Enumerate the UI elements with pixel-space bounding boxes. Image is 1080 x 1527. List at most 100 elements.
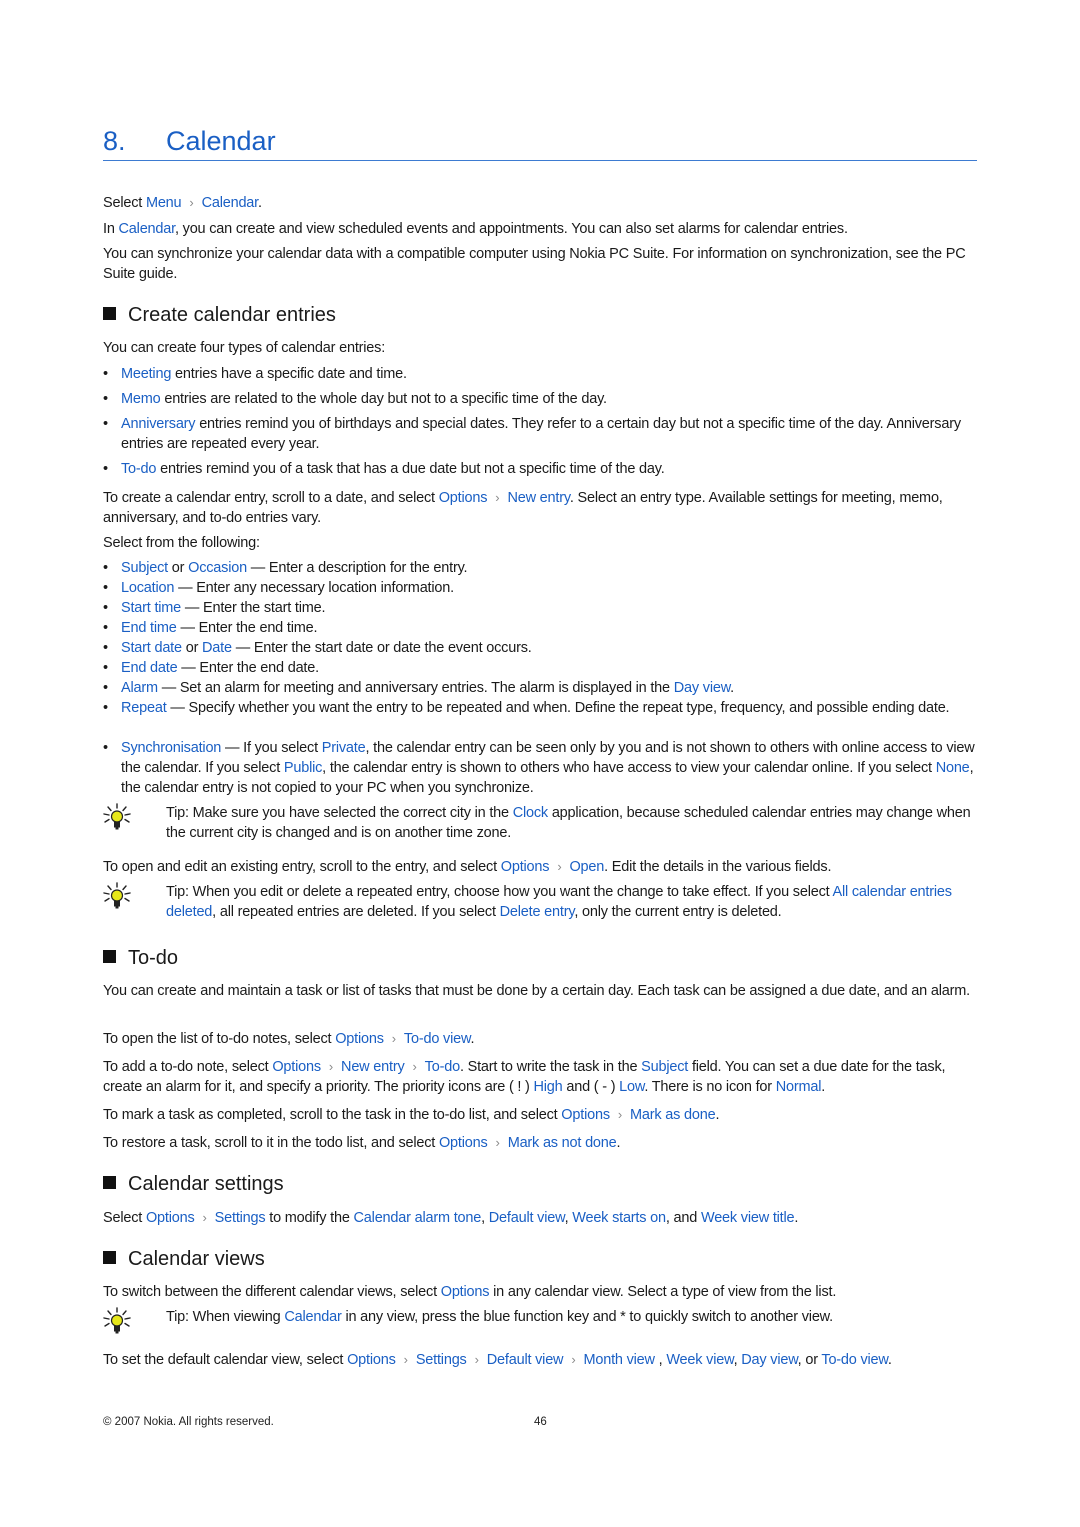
menu-term-link[interactable]: Week starts on bbox=[572, 1210, 666, 1226]
list-item-text: Meeting entries have a specific date and… bbox=[121, 366, 407, 382]
intro-sync-paragraph: You can synchronize your calendar data w… bbox=[103, 246, 966, 282]
menu-term-link[interactable]: Memo bbox=[121, 391, 161, 407]
select-from-label: Select from the following: bbox=[103, 535, 260, 551]
menu-term-link[interactable]: Date bbox=[202, 640, 232, 656]
menu-term-link[interactable]: Options bbox=[439, 1135, 488, 1151]
menu-term-link[interactable]: To-do view bbox=[404, 1031, 471, 1047]
menu-term-link[interactable]: To-do bbox=[121, 461, 156, 477]
menu-term-link[interactable]: Options bbox=[347, 1352, 396, 1368]
bullet-dot: • bbox=[103, 391, 108, 407]
bullet-dot: • bbox=[103, 700, 108, 716]
views-p2: To set the default calendar view, select… bbox=[103, 1352, 892, 1368]
menu-term-link[interactable]: Mark as not done bbox=[508, 1135, 617, 1151]
menu-term-link[interactable]: Options bbox=[561, 1107, 610, 1123]
chapter-number: 8. bbox=[103, 126, 126, 156]
list-item-text: End date — Enter the end date. bbox=[121, 660, 319, 676]
chevron-right-icon: › bbox=[495, 490, 500, 505]
list-item-text: Memo entries are related to the whole da… bbox=[121, 391, 607, 407]
menu-term-link[interactable]: Normal bbox=[776, 1079, 822, 1095]
menu-term-link[interactable]: Low bbox=[619, 1079, 644, 1095]
menu-term-link[interactable]: Options bbox=[146, 1210, 195, 1226]
menu-term-link[interactable]: Open bbox=[569, 859, 604, 875]
menu-term-link[interactable]: Day view bbox=[741, 1352, 798, 1368]
menu-term-link[interactable]: To-do bbox=[425, 1059, 460, 1075]
footer-page-number: 46 bbox=[534, 1416, 547, 1428]
menu-term-link[interactable]: Options bbox=[501, 859, 550, 875]
menu-term-link[interactable]: Calendar bbox=[119, 221, 176, 237]
menu-term-link[interactable]: New entry bbox=[341, 1059, 405, 1075]
menu-term-link[interactable]: Meeting bbox=[121, 366, 171, 382]
chapter-heading: 8. Calendar bbox=[103, 122, 977, 161]
square-marker bbox=[103, 307, 116, 320]
bullet-dot: • bbox=[103, 740, 108, 756]
menu-term-link[interactable]: Subject bbox=[121, 560, 168, 576]
chapter-title: Calendar bbox=[166, 126, 276, 156]
menu-term-link[interactable]: Location bbox=[121, 580, 174, 596]
menu-term-link[interactable]: Calendar alarm tone bbox=[354, 1210, 482, 1226]
bullet-dot: • bbox=[103, 600, 108, 616]
chevron-right-icon: › bbox=[403, 1352, 408, 1367]
menu-term-link[interactable]: Subject bbox=[641, 1059, 688, 1075]
square-marker bbox=[103, 1176, 116, 1189]
bullet-dot: • bbox=[103, 680, 108, 696]
list-item-text: Anniversary entries remind you of birthd… bbox=[121, 416, 961, 452]
chevron-right-icon: › bbox=[202, 1210, 207, 1225]
square-marker bbox=[103, 1251, 116, 1264]
menu-term-link[interactable]: To-do view bbox=[821, 1352, 888, 1368]
menu-term-link[interactable]: Options bbox=[439, 490, 488, 506]
menu-term-link[interactable]: Month view bbox=[583, 1352, 655, 1368]
menu-term-link[interactable]: Options bbox=[272, 1059, 321, 1075]
todo-p4: To mark a task as completed, scroll to t… bbox=[103, 1107, 720, 1123]
menu-term-link[interactable]: Default view bbox=[487, 1352, 564, 1368]
todo-p5: To restore a task, scroll to it in the t… bbox=[103, 1135, 621, 1151]
menu-term-link[interactable]: Calendar bbox=[202, 195, 259, 211]
bullet-dot: • bbox=[103, 580, 108, 596]
menu-term-link[interactable]: Anniversary bbox=[121, 416, 196, 432]
menu-term-link[interactable]: Start time bbox=[121, 600, 181, 616]
menu-term-link[interactable]: Repeat bbox=[121, 700, 167, 716]
todo-p1: You can create and maintain a task or li… bbox=[103, 983, 970, 999]
lightbulb-icon bbox=[103, 1307, 131, 1335]
menu-term-link[interactable]: New entry bbox=[507, 490, 570, 506]
menu-term-link[interactable]: Mark as done bbox=[630, 1107, 716, 1123]
menu-term-link[interactable]: Options bbox=[335, 1031, 384, 1047]
list-item-text: Location — Enter any necessary location … bbox=[121, 580, 454, 596]
menu-term-link[interactable]: Public bbox=[284, 760, 322, 776]
menu-term-link[interactable]: Alarm bbox=[121, 680, 158, 696]
bullet-dot: • bbox=[103, 660, 108, 676]
menu-term-link[interactable]: Private bbox=[322, 740, 366, 756]
menu-term-link[interactable]: End time bbox=[121, 620, 177, 636]
todo-p2: To open the list of to-do notes, select … bbox=[103, 1031, 475, 1047]
list-item-text: Synchronisation — If you select Private,… bbox=[121, 740, 975, 796]
views-p1: To switch between the different calendar… bbox=[103, 1284, 837, 1300]
menu-term-link[interactable]: Synchronisation bbox=[121, 740, 221, 756]
menu-term-link[interactable]: Delete entry bbox=[500, 904, 575, 920]
menu-term-link[interactable]: Week view title bbox=[701, 1210, 795, 1226]
menu-term-link[interactable]: Menu bbox=[146, 195, 182, 211]
menu-term-link[interactable]: High bbox=[534, 1079, 563, 1095]
list-item-text: Repeat — Specify whether you want the en… bbox=[121, 700, 950, 716]
menu-term-link[interactable]: Calendar bbox=[284, 1309, 341, 1325]
menu-term-link[interactable]: Week view bbox=[666, 1352, 733, 1368]
menu-term-link[interactable]: Start date bbox=[121, 640, 182, 656]
menu-term-link[interactable]: Day view bbox=[674, 680, 731, 696]
lightbulb-icon bbox=[103, 882, 131, 910]
menu-term-link[interactable]: Clock bbox=[513, 805, 548, 821]
menu-term-link[interactable]: Settings bbox=[416, 1352, 467, 1368]
chevron-right-icon: › bbox=[571, 1352, 576, 1367]
section-heading-todo: To-do bbox=[103, 945, 178, 971]
bullet-dot: • bbox=[103, 640, 108, 656]
menu-term-link[interactable]: None bbox=[936, 760, 970, 776]
menu-term-link[interactable]: Options bbox=[441, 1284, 490, 1300]
section-heading-create: Create calendar entries bbox=[103, 302, 336, 328]
menu-term-link[interactable]: End date bbox=[121, 660, 178, 676]
menu-term-link[interactable]: Default view bbox=[489, 1210, 565, 1226]
list-item-text: Start time — Enter the start time. bbox=[121, 600, 326, 616]
menu-term-link[interactable]: Settings bbox=[215, 1210, 266, 1226]
lightbulb-icon bbox=[103, 803, 131, 831]
create-lead: You can create four types of calendar en… bbox=[103, 340, 386, 356]
chevron-right-icon: › bbox=[189, 195, 194, 210]
todo-p3: To add a to-do note, select Options › New … bbox=[103, 1059, 946, 1095]
settings-p1: Select Options › Settings to modify the Ca… bbox=[103, 1210, 799, 1226]
menu-term-link[interactable]: Occasion bbox=[188, 560, 247, 576]
